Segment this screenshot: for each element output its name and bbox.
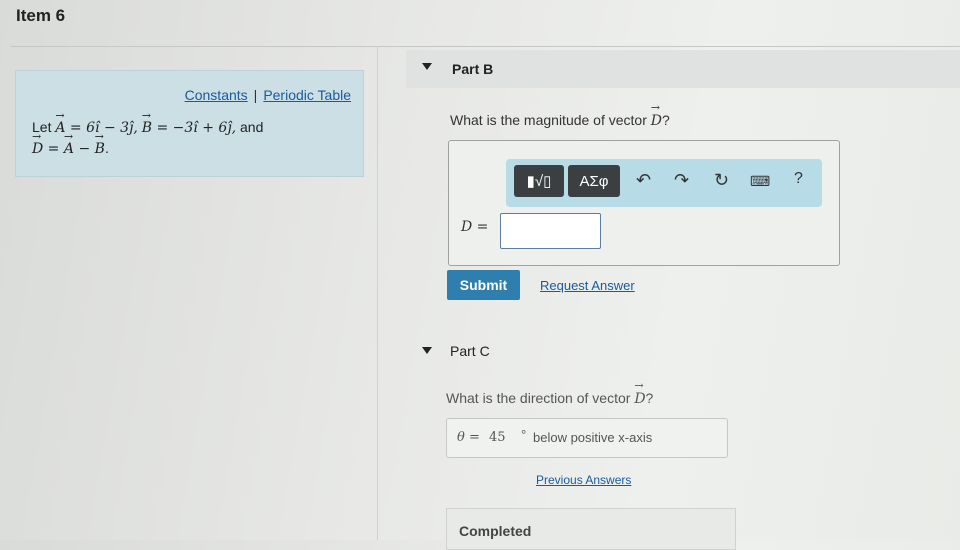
previous-answers-link[interactable]: Previous Answers	[536, 473, 631, 487]
part-b-question-suffix: ?	[662, 112, 670, 128]
part-c-question-suffix: ?	[645, 390, 654, 406]
answer-box: ▮√▯ ΑΣφ ↶ ↷ ↻ ⌨ ? D =	[448, 140, 840, 266]
vector-d-minus: −	[74, 141, 95, 157]
problem-and: and	[236, 119, 264, 135]
theta-description: below positive x-axis	[533, 430, 653, 445]
vector-b: B	[142, 106, 152, 138]
vector-d: D	[32, 127, 43, 159]
part-c-question-var: D	[634, 379, 645, 407]
symbols-button[interactable]: ΑΣφ	[568, 165, 620, 197]
header-divider	[10, 46, 960, 47]
part-c-question-text: What is the direction of vector	[446, 390, 635, 406]
undo-icon[interactable]: ↶	[636, 170, 651, 191]
vector-b-expr: = −3î + 6ĵ,	[152, 120, 237, 136]
theta-value: 45	[489, 430, 506, 445]
column-divider	[377, 46, 378, 540]
periodic-table-link[interactable]: Periodic Table	[263, 87, 351, 103]
math-toolbar: ▮√▯ ΑΣφ ↶ ↷ ↻ ⌨ ?	[506, 159, 822, 207]
answer-label: D =	[461, 219, 489, 235]
degree-symbol: °	[521, 427, 527, 442]
help-button[interactable]: ?	[794, 170, 803, 188]
part-b-question-var: D	[651, 101, 662, 129]
keyboard-icon[interactable]: ⌨	[750, 173, 770, 190]
templates-button[interactable]: ▮√▯	[514, 165, 564, 197]
answer-input[interactable]	[500, 213, 601, 249]
part-c-question: What is the direction of vector D?	[446, 379, 654, 407]
reset-icon[interactable]: ↻	[714, 170, 729, 191]
theta-label: θ =	[457, 430, 480, 445]
part-c-caret-icon[interactable]	[422, 347, 432, 354]
link-separator: |	[253, 87, 258, 103]
redo-icon[interactable]: ↷	[674, 170, 689, 191]
request-answer-link[interactable]: Request Answer	[540, 278, 635, 293]
part-b-header[interactable]: Part B	[406, 50, 960, 88]
resource-links: Constants | Periodic Table	[185, 87, 351, 103]
part-b-question: What is the magnitude of vector D?	[450, 101, 670, 129]
constants-link[interactable]: Constants	[185, 87, 248, 103]
vector-d-eq: =	[43, 141, 64, 157]
problem-period: .	[104, 140, 109, 156]
submit-button[interactable]: Submit	[447, 270, 520, 300]
item-title: Item 6	[16, 6, 66, 25]
theta-answer-box: θ = 45 ° below positive x-axis	[446, 418, 728, 458]
collapse-caret-icon[interactable]	[422, 63, 432, 70]
part-b-question-text: What is the magnitude of vector	[450, 112, 651, 128]
completed-text: Completed	[459, 523, 532, 539]
problem-statement: Let A = 6î − 3ĵ, B = −3î + 6ĵ, and D = A…	[32, 106, 264, 159]
problem-panel: Constants | Periodic Table Let A = 6î − 3ĵ…	[15, 70, 364, 177]
vector-d-a: A	[64, 127, 74, 159]
completed-status: Completed	[446, 508, 736, 550]
vector-d-b: B	[95, 127, 105, 159]
part-b-label: Part B	[452, 61, 494, 77]
part-c-label[interactable]: Part C	[450, 343, 490, 359]
